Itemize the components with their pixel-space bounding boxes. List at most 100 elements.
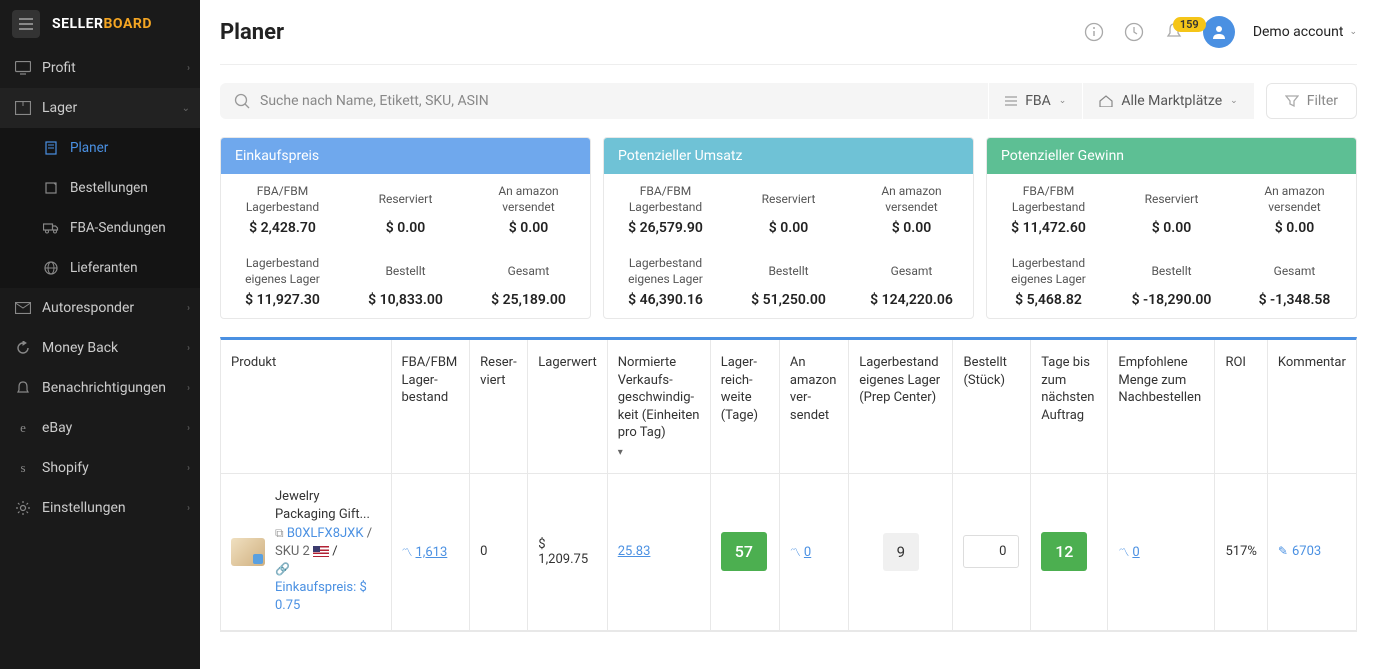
fba-label: FBA <box>1025 93 1051 109</box>
card-title: Einkaufspreis <box>221 138 590 174</box>
velocity-value[interactable]: 25.83 <box>618 544 651 559</box>
search-input[interactable]: Suche nach Name, Etikett, SKU, ASIN <box>220 83 988 119</box>
sidebar-item-einstellungen[interactable]: Einstellungen › <box>0 488 200 528</box>
card-title: Potenzieller Gewinn <box>987 138 1356 174</box>
metric-label: Gesamt <box>473 256 584 288</box>
copy-icon[interactable]: ⧉ <box>275 526 284 540</box>
history-icon[interactable] <box>1123 21 1145 43</box>
asin-sep: / <box>364 526 373 541</box>
sidebar-item-shopify[interactable]: s Shopify › <box>0 448 200 488</box>
products-table: Produkt FBA/FBM Lager­bestand Reser­vier… <box>220 337 1357 632</box>
col-velocity[interactable]: Normierte Verkaufs­geschwindig­keit (Ein… <box>607 340 710 474</box>
card-title: Potenzieller Umsatz <box>604 138 973 174</box>
product-sku: SKU 2 <box>275 544 310 559</box>
account-dropdown[interactable]: Demo account ⌄ <box>1253 24 1357 40</box>
metric-label: FBA/FBM Lagerbestand <box>993 184 1104 216</box>
gear-icon <box>14 501 32 515</box>
chevron-down-icon: ⌄ <box>1230 96 1238 106</box>
filter-button[interactable]: Filter <box>1266 83 1357 119</box>
col-own-warehouse[interactable]: Lagerbestand eigenes Lager (Prep Center) <box>849 340 953 474</box>
card-einkaufspreis: Einkaufspreis FBA/FBM Lagerbestand$ 2,42… <box>220 137 591 319</box>
link-icon[interactable]: 🔗 <box>275 562 290 576</box>
sent-amazon-value[interactable]: 0 <box>804 545 811 560</box>
sidebar-label: FBA-Sendungen <box>70 220 166 236</box>
chevron-right-icon: › <box>187 383 190 394</box>
sidebar-label: Benachrichtigungen <box>42 380 166 396</box>
col-fba-stock[interactable]: FBA/FBM Lager­bestand <box>391 340 470 474</box>
col-reserved[interactable]: Reser­viert <box>470 340 528 474</box>
document-icon <box>42 141 60 155</box>
brand-part2: BOARD <box>104 16 152 32</box>
ordered-input[interactable]: 0 <box>963 535 1019 568</box>
chevron-right-icon: › <box>187 503 190 514</box>
days-next-badge: 12 <box>1041 532 1087 571</box>
bell-icon <box>14 381 32 395</box>
sidebar-item-bestellungen[interactable]: Bestellungen <box>0 168 200 208</box>
col-sent-amazon[interactable]: An amazon ver­sendet <box>779 340 848 474</box>
product-asin-link[interactable]: B0XLFX8JXK <box>287 526 364 541</box>
brand-part1: SELLER <box>52 16 104 32</box>
globe-icon <box>42 261 60 275</box>
product-thumbnail[interactable] <box>231 538 265 566</box>
filter-bar: Suche nach Name, Etikett, SKU, ASIN FBA … <box>220 83 1357 119</box>
menu-toggle[interactable] <box>12 10 40 38</box>
metric-value: $ 124,220.06 <box>856 292 967 308</box>
sidebar-item-profit[interactable]: Profit › <box>0 48 200 88</box>
col-days-next[interactable]: Tage bis zum nächsten Auftrag <box>1031 340 1108 474</box>
recommended-value[interactable]: 0 <box>1132 545 1139 560</box>
card-gewinn: Potenzieller Gewinn FBA/FBM Lagerbestand… <box>986 137 1357 319</box>
col-produkt[interactable]: Produkt <box>221 340 391 474</box>
col-comment[interactable]: Kommentar <box>1267 340 1356 474</box>
sidebar-item-lager[interactable]: Lager ⌄ <box>0 88 200 128</box>
comment-value[interactable]: 6703 <box>1292 544 1321 559</box>
metric-label: Lagerbestand eigenes Lager <box>227 256 338 288</box>
metric-value: $ 0.00 <box>733 220 844 236</box>
metric-label: Reserviert <box>350 184 461 216</box>
metric-label: Gesamt <box>856 256 967 288</box>
page-title: Planer <box>220 20 284 45</box>
flag-us-icon <box>313 546 329 557</box>
fba-dropdown[interactable]: FBA ⌄ <box>988 83 1082 119</box>
summary-cards: Einkaufspreis FBA/FBM Lagerbestand$ 2,42… <box>220 137 1357 319</box>
table-header-row: Produkt FBA/FBM Lager­bestand Reser­vier… <box>221 340 1356 474</box>
sidebar-item-benachrichtigungen[interactable]: Benachrichtigungen › <box>0 368 200 408</box>
chevron-down-icon: ⌄ <box>182 103 190 114</box>
metric-label: Bestellt <box>350 256 461 288</box>
topbar: Planer 159 Demo account ⌄ <box>220 0 1357 65</box>
logo-row: SELLERBOARD <box>0 0 200 48</box>
search-icon <box>234 93 250 109</box>
fba-stock-value[interactable]: 1,613 <box>416 545 448 560</box>
sidebar-item-planer[interactable]: Planer <box>0 128 200 168</box>
col-stock-value[interactable]: Lagerwert <box>528 340 607 474</box>
sidebar-item-moneyback[interactable]: Money Back › <box>0 328 200 368</box>
notification-badge: 159 <box>1173 17 1206 32</box>
metric-label: Lagerbestand eigenes Lager <box>993 256 1104 288</box>
notification-bell[interactable]: 159 <box>1163 21 1185 43</box>
chevron-right-icon: › <box>187 463 190 474</box>
shopify-icon: s <box>14 460 32 476</box>
edit-icon <box>42 181 60 195</box>
chevron-right-icon: › <box>187 63 190 74</box>
product-price-link[interactable]: Einkaufspreis: $ 0.75 <box>275 580 367 613</box>
sidebar-item-lieferanten[interactable]: Lieferanten <box>0 248 200 288</box>
col-roi[interactable]: ROI <box>1215 340 1267 474</box>
chevron-down-icon: ⌄ <box>1059 96 1067 106</box>
metric-label: FBA/FBM Lagerbestand <box>227 184 338 216</box>
edit-icon[interactable]: ✎ <box>1278 544 1288 558</box>
sidebar-item-autoresponder[interactable]: Autoresponder › <box>0 288 200 328</box>
marketplace-dropdown[interactable]: Alle Marktplätze ⌄ <box>1082 83 1253 119</box>
own-warehouse-badge: 9 <box>883 533 919 571</box>
filter-icon <box>1285 94 1299 108</box>
sidebar-item-fba-sendungen[interactable]: FBA-Sendungen <box>0 208 200 248</box>
sidebar-label: Einstellungen <box>42 500 126 516</box>
info-icon[interactable] <box>1083 21 1105 43</box>
col-recommended[interactable]: Empfohlene Menge zum Nachbestellen <box>1108 340 1215 474</box>
col-days-stock[interactable]: Lager­reich­weite (Tage) <box>710 340 779 474</box>
sidebar-item-ebay[interactable]: e eBay › <box>0 408 200 448</box>
metric-value: $ 46,390.16 <box>610 292 721 308</box>
metric-value: $ 26,579.90 <box>610 220 721 236</box>
col-ordered[interactable]: Bestellt (Stück) <box>953 340 1031 474</box>
search-placeholder: Suche nach Name, Etikett, SKU, ASIN <box>260 93 489 109</box>
chevron-right-icon: › <box>187 303 190 314</box>
avatar[interactable] <box>1203 16 1235 48</box>
